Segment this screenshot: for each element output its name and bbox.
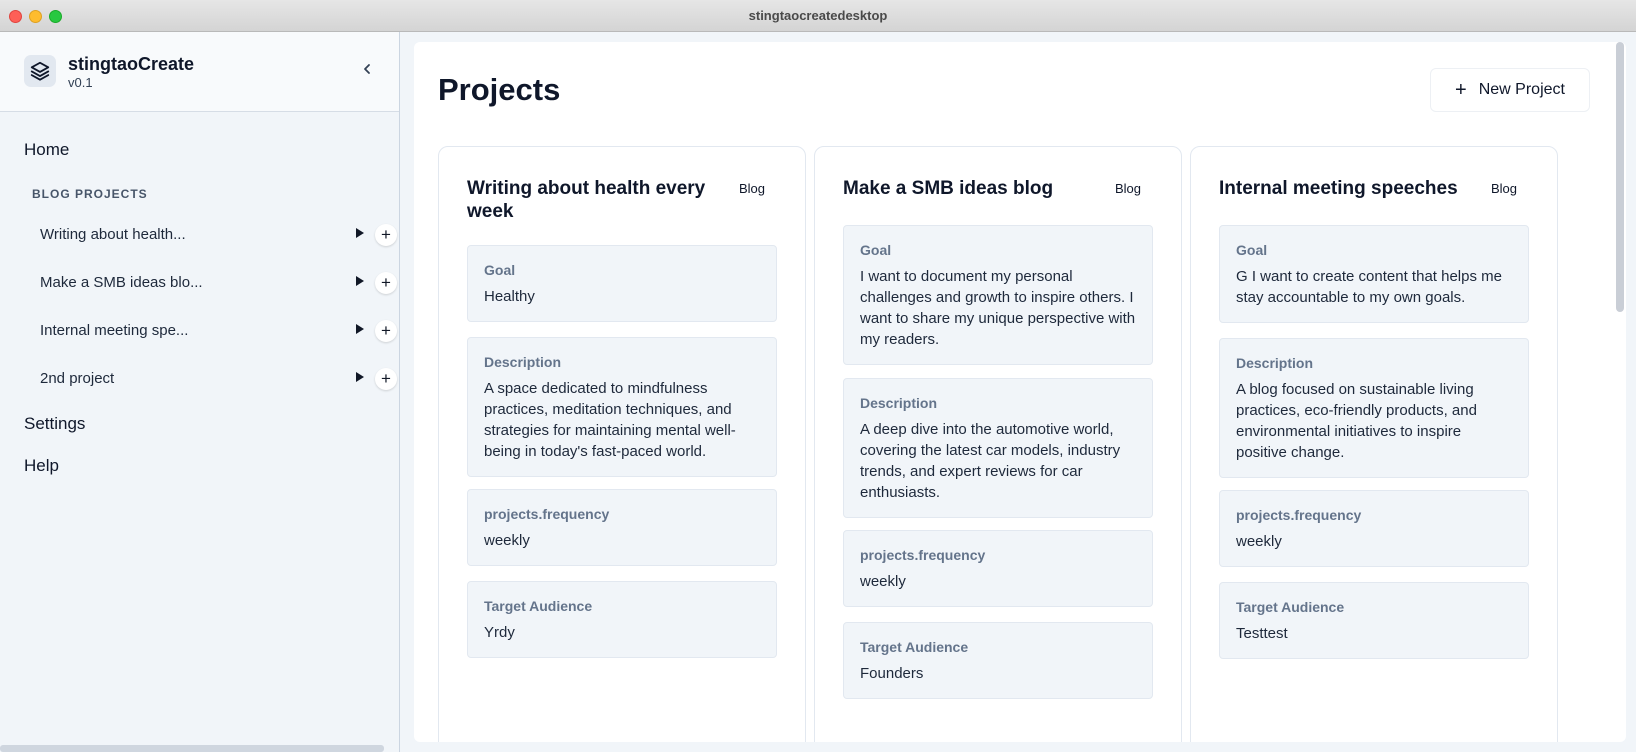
- title-bar: stingtaocreatedesktop: [0, 0, 1636, 32]
- project-type-badge: Blog: [1490, 181, 1517, 196]
- field-value: Testtest: [1236, 625, 1288, 642]
- target-audience-field: Target Audience Yrdy: [467, 581, 777, 658]
- description-field: Description A blog focused on sustainabl…: [1219, 338, 1529, 478]
- description-field: Description A deep dive into the automot…: [843, 378, 1153, 518]
- plus-icon: +: [1455, 79, 1467, 101]
- main-vertical-scrollbar[interactable]: [1616, 42, 1624, 312]
- field-value: Healthy: [484, 288, 535, 305]
- goal-field: Goal Healthy: [467, 245, 777, 322]
- sidebar-project-item[interactable]: Writing about health... +: [0, 220, 400, 250]
- field-value: A blog focused on sustainable living pra…: [1236, 381, 1477, 461]
- field-value: I want to document my personal challenge…: [860, 268, 1136, 348]
- goal-field: Goal I want to document my personal chal…: [843, 225, 1153, 365]
- page-title: Projects: [438, 72, 561, 107]
- target-audience-field: Target Audience Founders: [843, 622, 1153, 699]
- app-window: stingtaocreatedesktop stingtaoCreate v0.…: [0, 0, 1636, 752]
- add-post-button[interactable]: +: [375, 224, 397, 246]
- project-title: Writing about health every week: [467, 178, 706, 222]
- collapse-sidebar-button[interactable]: [356, 58, 378, 80]
- field-value: weekly: [1236, 533, 1282, 550]
- add-post-button[interactable]: +: [375, 368, 397, 390]
- project-card[interactable]: Writing about health every week Blog Goa…: [438, 146, 806, 742]
- field-label: projects.frequency: [860, 547, 986, 563]
- add-post-button[interactable]: +: [375, 320, 397, 342]
- sidebar-project-item[interactable]: Make a SMB ideas blo... +: [0, 268, 400, 298]
- field-label: Description: [484, 354, 562, 370]
- main-content: Projects + New Project Writing about hea…: [414, 42, 1626, 742]
- new-project-button[interactable]: + New Project: [1430, 68, 1590, 112]
- project-title: Internal meeting speeches: [1219, 178, 1458, 199]
- sidebar: stingtaoCreate v0.1 Home BLOG PROJECTS W…: [0, 32, 400, 752]
- field-value: Yrdy: [484, 624, 515, 641]
- play-icon[interactable]: [356, 324, 364, 334]
- play-icon[interactable]: [356, 276, 364, 286]
- nav-home[interactable]: Home: [24, 140, 69, 160]
- field-label: projects.frequency: [1236, 507, 1362, 523]
- sidebar-horizontal-scrollbar[interactable]: [0, 745, 384, 752]
- field-label: Description: [860, 395, 938, 411]
- project-title: Make a SMB ideas blog: [843, 178, 1054, 199]
- nav-settings[interactable]: Settings: [24, 414, 85, 434]
- project-type-badge: Blog: [738, 181, 765, 196]
- new-project-label: New Project: [1478, 81, 1565, 98]
- field-value: A deep dive into the automotive world, c…: [860, 421, 1121, 501]
- field-label: Target Audience: [484, 598, 593, 614]
- sidebar-project-label: 2nd project: [40, 370, 115, 387]
- sidebar-project-label: Writing about health...: [40, 226, 186, 243]
- chevron-left-icon: [364, 64, 370, 74]
- field-value: Founders: [860, 665, 924, 682]
- sidebar-project-item[interactable]: Internal meeting spe... +: [0, 316, 400, 346]
- app-name: stingtaoCreate: [68, 54, 195, 74]
- frequency-field: projects.frequency weekly: [843, 530, 1153, 607]
- app-version: v0.1: [68, 75, 93, 90]
- layers-logo-icon: [24, 55, 56, 87]
- sidebar-header: stingtaoCreate v0.1: [0, 32, 399, 112]
- field-label: Goal: [860, 242, 892, 258]
- project-card[interactable]: Internal meeting speeches Blog Goal G I …: [1190, 146, 1558, 742]
- target-audience-field: Target Audience Testtest: [1219, 582, 1529, 659]
- field-value: G I want to create content that helps me…: [1236, 268, 1502, 306]
- description-field: Description A space dedicated to mindful…: [467, 337, 777, 477]
- sidebar-project-label: Internal meeting spe...: [40, 322, 189, 339]
- field-value: weekly: [860, 573, 906, 590]
- field-label: Goal: [484, 262, 516, 278]
- project-card[interactable]: Make a SMB ideas blog Blog Goal I want t…: [814, 146, 1182, 742]
- sidebar-project-label: Make a SMB ideas blo...: [40, 274, 203, 291]
- frequency-field: projects.frequency weekly: [1219, 490, 1529, 567]
- window-title: stingtaocreatedesktop: [748, 8, 888, 23]
- field-label: Description: [1236, 355, 1314, 371]
- field-label: Target Audience: [1236, 599, 1345, 615]
- field-label: Target Audience: [860, 639, 969, 655]
- play-icon[interactable]: [356, 228, 364, 238]
- sidebar-project-item[interactable]: 2nd project +: [0, 364, 400, 394]
- play-icon[interactable]: [356, 372, 364, 382]
- add-post-button[interactable]: +: [375, 272, 397, 294]
- project-type-badge: Blog: [1114, 181, 1141, 196]
- frequency-field: projects.frequency weekly: [467, 489, 777, 566]
- field-value: A space dedicated to mindfulness practic…: [484, 380, 736, 460]
- field-value: weekly: [484, 532, 530, 549]
- section-label-blog-projects: BLOG PROJECTS: [32, 187, 148, 201]
- goal-field: Goal G I want to create content that hel…: [1219, 225, 1529, 323]
- nav-help[interactable]: Help: [24, 456, 59, 476]
- field-label: Goal: [1236, 242, 1268, 258]
- field-label: projects.frequency: [484, 506, 610, 522]
